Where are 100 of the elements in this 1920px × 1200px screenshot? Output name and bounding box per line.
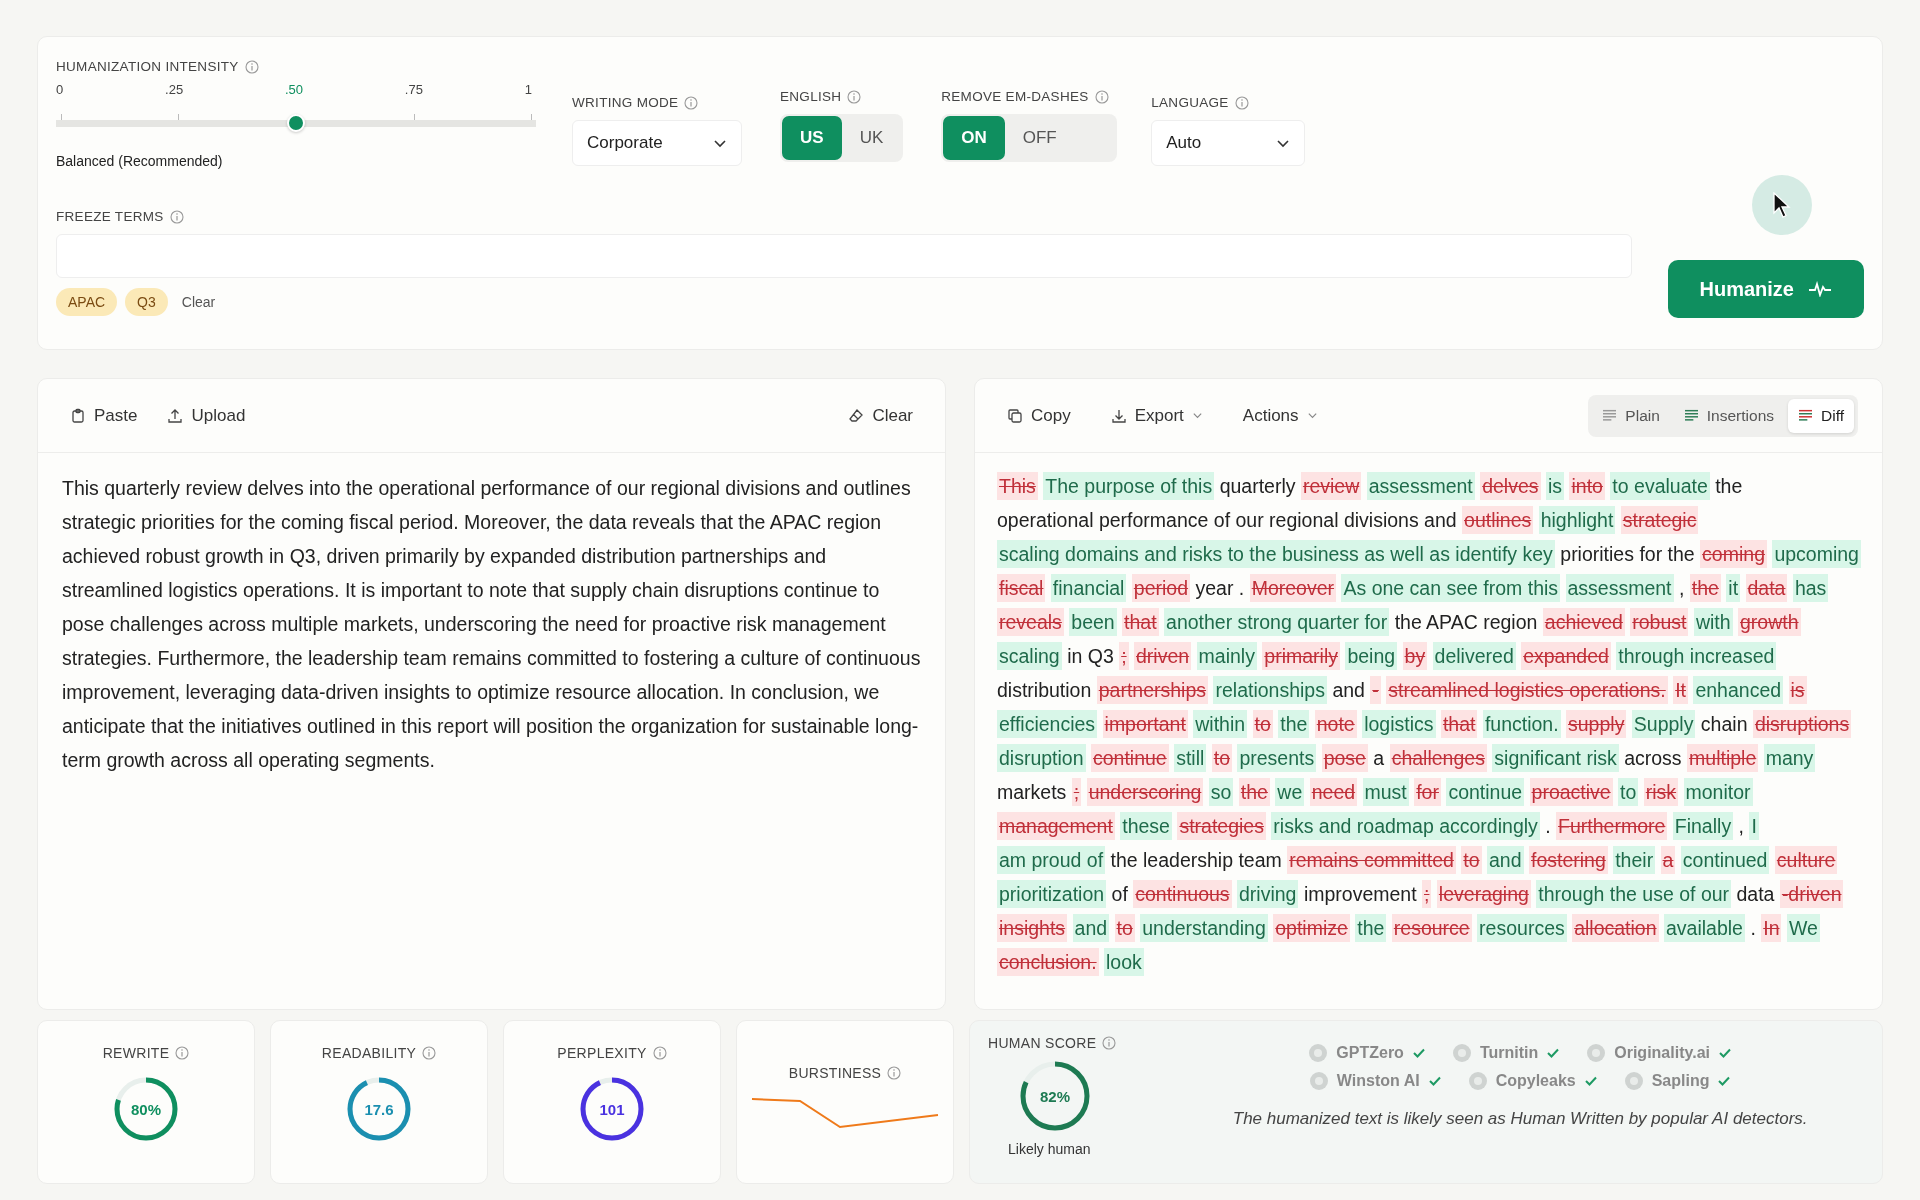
- info-icon[interactable]: [887, 1066, 902, 1080]
- deleted-text: data: [1745, 574, 1788, 602]
- info-icon[interactable]: [847, 89, 862, 104]
- deleted-text: note: [1314, 710, 1357, 738]
- deleted-text: In: [1761, 914, 1782, 942]
- unchanged-text: across: [1624, 747, 1682, 769]
- clear-button[interactable]: Clear: [840, 399, 921, 432]
- tick-label: .75: [404, 82, 423, 97]
- deleted-text: streamlined logistics operations.: [1386, 676, 1668, 704]
- deleted-text: conclusion.: [997, 948, 1099, 976]
- mouse-cursor-icon: [1772, 192, 1792, 218]
- info-icon[interactable]: [175, 1046, 190, 1060]
- info-icon[interactable]: [169, 209, 184, 224]
- unchanged-text: year: [1195, 577, 1234, 599]
- unchanged-text: a: [1373, 747, 1385, 769]
- upload-icon: [167, 407, 184, 424]
- inserted-text: Supply: [1631, 710, 1696, 738]
- inserted-text: monitor: [1683, 778, 1753, 806]
- info-icon[interactable]: [684, 95, 699, 110]
- logo-icon: [1308, 1043, 1329, 1063]
- inserted-text: presents: [1237, 744, 1317, 772]
- inserted-text: look: [1104, 948, 1144, 976]
- info-icon[interactable]: [1102, 1036, 1117, 1050]
- deleted-text: ;: [1119, 642, 1129, 670]
- copy-icon: [1007, 407, 1023, 424]
- inserted-text: efficiencies: [997, 710, 1098, 738]
- logo-icon: [1467, 1071, 1488, 1091]
- toolbar-button[interactable]: Export: [1102, 399, 1211, 432]
- deleted-text: to: [1461, 846, 1482, 874]
- inserted-text: highlight: [1538, 506, 1616, 534]
- info-icon[interactable]: [652, 1046, 667, 1060]
- toggle-option[interactable]: OFF: [1004, 116, 1075, 160]
- deleted-text: remains committed: [1287, 846, 1456, 874]
- deleted-text: by: [1402, 642, 1428, 670]
- deleted-text: achieved: [1542, 608, 1625, 636]
- metric-label: BURSTINESS: [788, 1065, 882, 1081]
- logo-icon: [1623, 1071, 1644, 1091]
- inserted-text: significant risk: [1492, 744, 1619, 772]
- unchanged-text: .: [1238, 577, 1245, 599]
- toolbar-button[interactable]: Actions: [1234, 399, 1326, 432]
- toggle-option[interactable]: US: [782, 116, 842, 160]
- deleted-text: disruptions: [1752, 710, 1852, 738]
- deleted-text: expanded: [1521, 642, 1611, 670]
- detector-note: The humanized text is likely seen as Human Written by popular AI detectors.: [1232, 1109, 1808, 1129]
- deleted-text: to: [1211, 744, 1232, 772]
- toggle-option[interactable]: ON: [943, 116, 1005, 160]
- deleted-text: important: [1102, 710, 1188, 738]
- inserted-text: we: [1275, 778, 1305, 806]
- deleted-text: the: [1238, 778, 1270, 806]
- deleted-text: culture: [1774, 846, 1838, 874]
- deleted-text: fiscal: [997, 574, 1046, 602]
- lines-icon: [1602, 409, 1618, 422]
- humanize-button[interactable]: Humanize: [1667, 260, 1864, 318]
- inserted-text: many: [1763, 744, 1816, 772]
- clear-link[interactable]: Clear: [175, 294, 222, 310]
- toggle-option[interactable]: UK: [841, 116, 902, 160]
- toolbar-button[interactable]: Upload: [159, 399, 254, 432]
- term-chip[interactable]: APAC: [56, 288, 118, 316]
- info-icon[interactable]: [1234, 95, 1249, 110]
- inserted-text: resources: [1477, 914, 1567, 942]
- metric-label: REWRITE: [102, 1045, 170, 1061]
- deleted-text: multiple: [1687, 744, 1759, 772]
- info-icon[interactable]: [244, 59, 259, 74]
- inserted-text: and: [1072, 914, 1110, 942]
- logo-icon: [1308, 1071, 1329, 1091]
- view-tab[interactable]: Insertions: [1673, 398, 1784, 433]
- inserted-text: another strong quarter for: [1164, 608, 1390, 636]
- writing-mode-dropdown[interactable]: Corporate: [572, 120, 742, 166]
- language-dropdown[interactable]: Auto: [1151, 120, 1306, 166]
- deleted-text: ;: [1422, 880, 1432, 908]
- inserted-text: relationships: [1213, 676, 1327, 704]
- detector-label: Copyleaks: [1467, 1071, 1598, 1091]
- deleted-text: reveals: [997, 608, 1064, 636]
- unchanged-text: and: [1332, 679, 1365, 701]
- unchanged-text: the: [1667, 543, 1695, 565]
- score-value: 80%: [131, 1100, 161, 1118]
- unchanged-text: ,: [1678, 577, 1685, 599]
- inserted-text: enhanced: [1693, 676, 1784, 704]
- inserted-text: The purpose of this: [1043, 472, 1215, 500]
- inserted-text: these: [1120, 812, 1172, 840]
- view-tab[interactable]: Plain: [1592, 398, 1670, 433]
- setting-label: ENGLISH: [780, 89, 842, 104]
- inserted-text: still: [1174, 744, 1207, 772]
- input-text[interactable]: This quarterly review delves into the operational performance of our regional divisions and outlines strategic priorities for the coming fiscal period. Moreover, the data reveals that the APAC region achieved robust growth in Q3, driven primarily by expanded distribution partnerships and streamlined logistics operations. It is important to note that supply chain disruptions continue to pose challenges across multiple markets, underscoring the need for proactive risk management strategies. Furthermore, the leadership team remains committed to fostering a culture of continuous improvement, leveraging data-driven insights to optimize resource allocation. In conclusion, we anticipate that the initiatives outlined in this report will position the organization for sustainable long-term growth across all operating segments.: [38, 453, 945, 795]
- deleted-text: ;: [1071, 778, 1082, 806]
- deleted-text: This: [997, 472, 1038, 500]
- view-tab[interactable]: Diff: [1788, 398, 1854, 433]
- term-chip[interactable]: Q3: [125, 288, 168, 316]
- metric-label: READABILITY: [321, 1045, 417, 1061]
- deleted-text: strategies: [1177, 812, 1266, 840]
- deleted-text: optimize: [1273, 914, 1350, 942]
- inserted-text: being: [1345, 642, 1398, 670]
- toolbar-button[interactable]: Copy: [999, 399, 1079, 432]
- deleted-text: It: [1673, 676, 1688, 704]
- info-icon[interactable]: [1094, 89, 1109, 104]
- toolbar-button[interactable]: Paste: [62, 399, 146, 432]
- info-icon[interactable]: [422, 1046, 437, 1060]
- deleted-text: resource: [1391, 914, 1472, 942]
- slider-thumb[interactable]: [287, 114, 305, 132]
- deleted-text: management: [997, 812, 1115, 840]
